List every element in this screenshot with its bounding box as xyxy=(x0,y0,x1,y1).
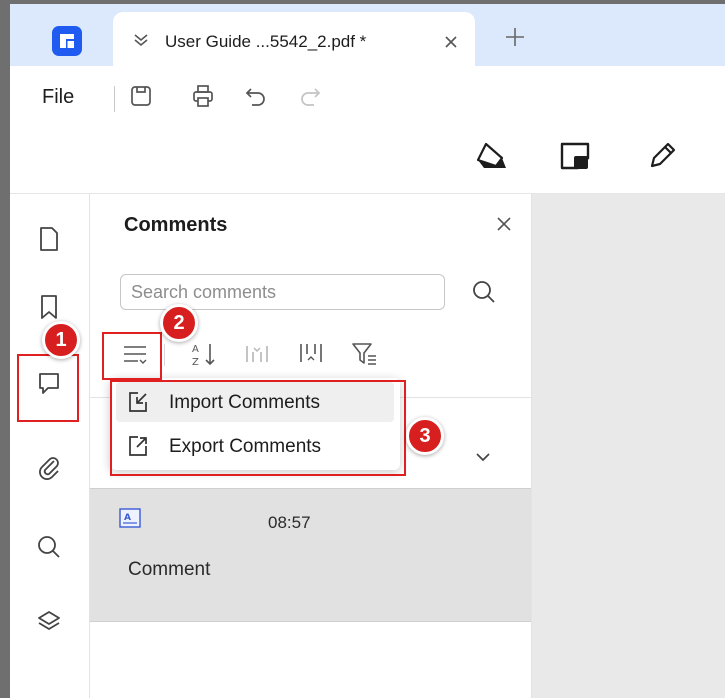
bookmark-icon[interactable] xyxy=(34,292,64,322)
step-badge-1: 1 xyxy=(42,321,80,359)
filter-icon[interactable] xyxy=(349,338,381,370)
comment-list-item[interactable]: A 08:57 Comment xyxy=(90,488,531,622)
close-tab-icon[interactable] xyxy=(443,34,459,50)
app-logo-icon[interactable] xyxy=(52,26,82,56)
file-menu[interactable]: File xyxy=(42,86,74,109)
annotation-toolbar xyxy=(10,124,725,194)
save-icon[interactable] xyxy=(128,83,154,109)
sort-icon[interactable]: A Z xyxy=(188,338,220,370)
app-window: User Guide ...5542_2.pdf * File Comments… xyxy=(0,0,725,698)
text-annotation-icon: A xyxy=(119,508,141,528)
step-badge-3: 3 xyxy=(406,417,444,455)
search-input[interactable] xyxy=(131,281,431,303)
print-icon[interactable] xyxy=(190,83,216,109)
window-border-left xyxy=(0,0,10,698)
highlight-box-1 xyxy=(17,354,79,422)
highlight-box-2 xyxy=(102,332,162,380)
document-tab[interactable]: User Guide ...5542_2.pdf * xyxy=(113,12,475,70)
attachment-icon[interactable] xyxy=(34,452,64,482)
pencil-icon[interactable] xyxy=(642,136,682,176)
toolbar-divider xyxy=(164,344,165,366)
search-icon[interactable] xyxy=(470,278,498,306)
highlight-box-3 xyxy=(110,380,406,476)
undo-icon[interactable] xyxy=(243,83,269,109)
menu-bar: File xyxy=(10,66,725,124)
menu-separator xyxy=(114,86,115,112)
svg-text:Z: Z xyxy=(192,357,199,368)
layers-icon[interactable] xyxy=(34,606,64,636)
search-field[interactable] xyxy=(120,274,445,310)
expand-all-icon[interactable] xyxy=(295,338,327,370)
collapse-all-icon[interactable] xyxy=(241,338,273,370)
sticky-note-icon[interactable] xyxy=(556,136,596,176)
document-view[interactable] xyxy=(532,194,725,698)
tab-title: User Guide ...5542_2.pdf * xyxy=(165,32,367,51)
page-icon[interactable] xyxy=(34,224,64,254)
comment-text: Comment xyxy=(128,559,211,580)
comment-timestamp: 08:57 xyxy=(268,513,311,532)
chevron-down-double-icon[interactable] xyxy=(131,30,151,50)
redo-icon[interactable] xyxy=(297,83,323,109)
search-icon[interactable] xyxy=(34,532,64,562)
close-icon[interactable] xyxy=(494,214,514,234)
highlighter-icon[interactable] xyxy=(472,136,512,176)
tab-bar: User Guide ...5542_2.pdf * xyxy=(10,4,725,70)
svg-text:A: A xyxy=(124,513,131,523)
panel-title: Comments xyxy=(124,214,228,236)
chevron-down-icon[interactable] xyxy=(472,446,494,468)
new-tab-plus-icon[interactable] xyxy=(504,26,526,48)
svg-text:A: A xyxy=(192,344,199,355)
left-rail xyxy=(10,194,90,698)
step-badge-2: 2 xyxy=(160,304,198,342)
